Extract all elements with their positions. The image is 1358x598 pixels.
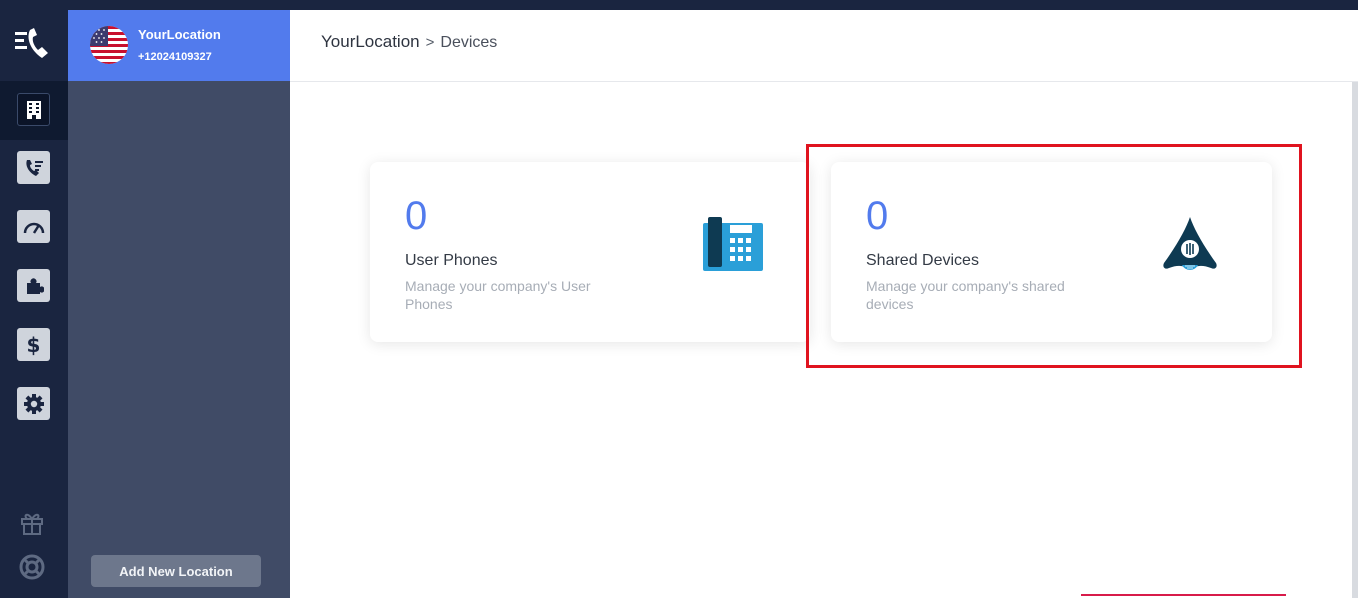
icon-rail: $	[0, 0, 68, 598]
user-phones-card[interactable]: 0 User Phones Manage your company's User…	[370, 162, 810, 342]
breadcrumb-current: Devices	[440, 34, 498, 51]
user-phones-count: 0	[405, 194, 428, 238]
user-phones-description: Manage your company's User Phones	[405, 278, 591, 312]
add-new-location-button[interactable]: Add New Location	[91, 555, 261, 587]
location-phone: +12024109327	[138, 51, 212, 63]
breadcrumb-separator: >	[425, 34, 435, 51]
breadcrumb-root[interactable]: YourLocation	[321, 32, 420, 51]
location-name: YourLocation	[138, 27, 221, 42]
dashboard-gauge-icon[interactable]	[17, 210, 50, 243]
settings-gear-icon[interactable]	[17, 387, 50, 420]
billing-dollar-icon[interactable]: $	[17, 328, 50, 361]
selection-highlight-box	[806, 144, 1302, 368]
app-logo-icon[interactable]	[12, 24, 56, 64]
scrollbar[interactable]	[1352, 82, 1358, 598]
location-panel	[68, 10, 290, 598]
gift-icon[interactable]	[17, 508, 47, 538]
building-icon[interactable]	[17, 93, 50, 126]
bottom-accent-line	[1081, 594, 1286, 596]
top-strip	[0, 0, 1358, 10]
location-card[interactable]: YourLocation +12024109327	[68, 10, 290, 81]
page-header: YourLocation > Devices	[290, 10, 1358, 82]
breadcrumb: YourLocation > Devices	[321, 32, 497, 52]
integrations-puzzle-icon[interactable]	[17, 269, 50, 302]
user-phones-title: User Phones	[405, 252, 498, 269]
help-lifebuoy-icon[interactable]	[17, 552, 47, 582]
desk-phone-icon	[703, 217, 763, 276]
us-flag-icon	[90, 26, 128, 64]
call-log-icon[interactable]	[17, 151, 50, 184]
